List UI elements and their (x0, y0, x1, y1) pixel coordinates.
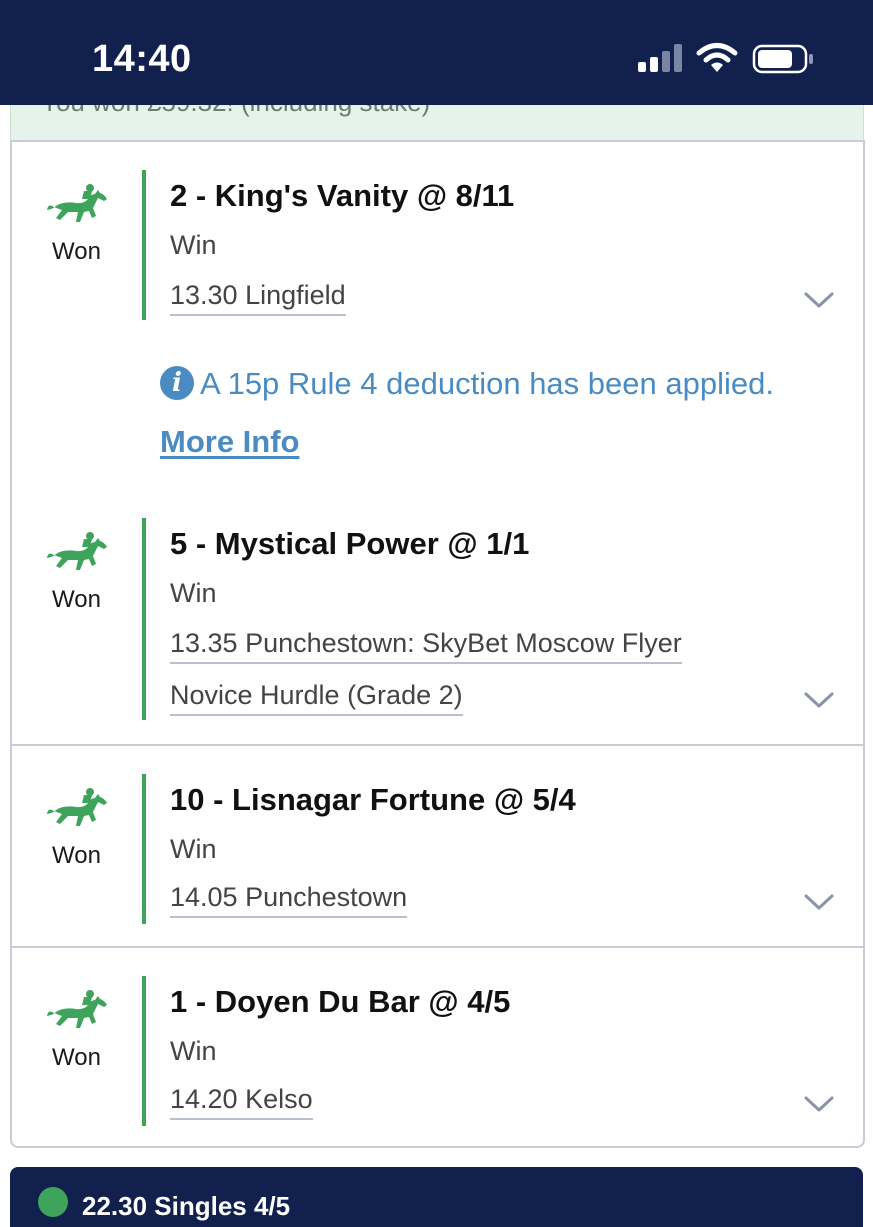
horse-racing-icon (47, 184, 107, 222)
selection-card[interactable]: Won 2 - King's Vanity @ 8/11 Win 13.30 L… (10, 140, 865, 492)
rule4-text: A 15p Rule 4 deduction has been applied. (200, 366, 774, 401)
info-icon: i (160, 366, 194, 400)
event-link[interactable]: 13.35 Punchestown: SkyBet Moscow Flyer (170, 628, 682, 664)
event-link[interactable]: 13.30 Lingfield (170, 280, 346, 316)
market-name: Win (170, 1036, 217, 1066)
event-link-line-2[interactable]: Novice Hurdle (Grade 2) (170, 680, 463, 716)
horse-racing-icon (47, 990, 107, 1028)
cellular-signal-icon (638, 44, 686, 72)
market-name: Win (170, 578, 217, 608)
result-indicator-bar (142, 774, 146, 924)
selection-card[interactable]: Won 1 - Doyen Du Bar @ 4/5 Win 14.20 Kel… (10, 948, 865, 1148)
selection-title: 2 - King's Vanity @ 8/11 (170, 178, 515, 213)
selection-card[interactable]: Won 5 - Mystical Power @ 1/1 Win 13.35 P… (10, 490, 865, 746)
result-status: Won (52, 1044, 101, 1071)
wifi-icon (696, 43, 738, 72)
selection-title: 1 - Doyen Du Bar @ 4/5 (170, 984, 511, 1019)
market-name: Win (170, 834, 217, 864)
chevron-down-icon[interactable] (802, 690, 836, 710)
result-status: Won (52, 238, 101, 265)
next-bet-title: 22.30 Singles 4/5 (82, 1191, 291, 1221)
result-indicator-bar (142, 976, 146, 1126)
result-indicator-bar (142, 170, 146, 320)
result-status: Won (52, 842, 101, 869)
event-link[interactable]: 14.05 Punchestown (170, 882, 408, 918)
horse-racing-icon (47, 788, 107, 826)
battery-icon (752, 44, 813, 74)
next-bet-header[interactable]: 22.30 Singles 4/5 (10, 1167, 863, 1227)
selection-card[interactable]: Won 10 - Lisnagar Fortune @ 5/4 Win 14.0… (10, 746, 865, 948)
chevron-down-icon[interactable] (802, 290, 836, 310)
status-bar: 14:40 (0, 0, 873, 105)
selection-title: 10 - Lisnagar Fortune @ 5/4 (170, 782, 576, 817)
result-status: Won (52, 586, 101, 613)
result-indicator-bar (142, 518, 146, 720)
more-info-link[interactable]: More Info (160, 424, 300, 460)
selection-title: 5 - Mystical Power @ 1/1 (170, 526, 530, 561)
chevron-down-icon[interactable] (802, 1094, 836, 1114)
event-link[interactable]: 14.20 Kelso (170, 1084, 313, 1120)
rule4-notice: iA 15p Rule 4 deduction has been applied… (160, 366, 774, 402)
status-dot-icon (38, 1187, 68, 1217)
horse-racing-icon (47, 532, 107, 570)
chevron-down-icon[interactable] (802, 892, 836, 912)
market-name: Win (170, 230, 217, 260)
clock: 14:40 (92, 38, 192, 80)
